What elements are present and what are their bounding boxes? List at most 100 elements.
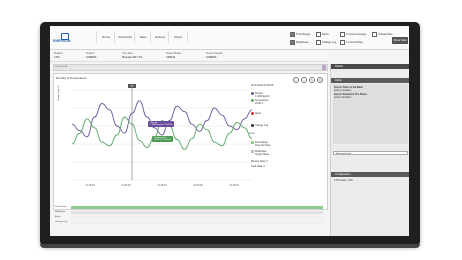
nav-add-paths[interactable]: Add Paths [114, 31, 135, 43]
band-label: Alerts [55, 216, 61, 218]
configuration-title: Configuration [335, 173, 351, 176]
option-label: 1 second Data [346, 41, 363, 44]
option-change-log[interactable]: Change Log [316, 40, 336, 45]
event-bands: Flow Range Multiphase Alerts Change Log [53, 206, 326, 228]
info-label: Time Zone [122, 52, 134, 55]
details-panel: Details Alerts Sensor Fault on Ink Meter… [330, 64, 409, 236]
band-label: Change Log [55, 221, 67, 223]
legend-change-log[interactable]: Change Log [251, 124, 268, 127]
info-label: Serial # [86, 52, 95, 55]
info-value: 10488231 [86, 56, 97, 59]
option-label: Change Log [322, 41, 337, 44]
legend-missing-data: Missing Data: 0 [251, 160, 268, 163]
monitor-base [40, 244, 420, 248]
legend-sub: Flow has Data [255, 144, 271, 147]
option-multiphase[interactable]: Multiphase [290, 40, 309, 45]
legend-label: Change Log [255, 124, 269, 128]
legend-sub: Single Phase [255, 153, 270, 156]
logo-text: EMERSON [53, 39, 71, 43]
change-log-select[interactable]: Enhanced Data [333, 151, 408, 155]
option-1sec-data[interactable]: 1 second Data [340, 40, 363, 45]
info-label: Sensor Serial # [206, 52, 223, 55]
multiphase-swatch-icon [251, 150, 254, 153]
density-tooltip: Density 1.0000 kg/m3 12:08:45 [148, 121, 175, 127]
info-label: Model # [54, 52, 63, 55]
tooltip-value: 1.0000 kg/m3 12:08:45 [150, 124, 173, 126]
y-axis-label: Density (kg/m3) [58, 85, 60, 101]
x-tick-label: 12:00:00 [193, 184, 203, 187]
alerts-title: Alerts [335, 79, 342, 82]
option-alerts[interactable]: Alerts [316, 32, 329, 37]
nav-options[interactable]: Options [150, 31, 169, 43]
info-label: Sensor Model [166, 52, 181, 55]
x-tick-label: 12:15:00 [229, 184, 239, 187]
zoom-in-icon[interactable]: + [293, 77, 299, 83]
emerson-logo: EMERSON [53, 33, 83, 43]
configuration-value: 1700 Scale: 1700 [334, 179, 353, 182]
checkbox-icon[interactable] [340, 32, 345, 37]
band-label: Flow Range [55, 206, 67, 208]
checkbox-icon[interactable] [372, 32, 377, 37]
alert-icon [251, 112, 254, 115]
legend-value: 1.0000 kg/m3 [255, 95, 270, 98]
checkbox-icon[interactable] [316, 40, 321, 45]
details-title: Details [335, 65, 343, 68]
band-label: Multiphase [55, 211, 66, 213]
option-3min-average[interactable]: 3 minute Average [340, 32, 366, 37]
nav-home[interactable]: Home [96, 31, 115, 43]
legend-date: 25 Jul 2019 12:08:45 [251, 84, 274, 87]
nav-about[interactable]: About [168, 31, 188, 43]
option-label: Multiphase [296, 41, 309, 44]
timeline-label: 10 Jan 2019 [55, 66, 68, 68]
y-axis-right-label: Temp [249, 132, 256, 135]
info-value: CMF100 [166, 56, 176, 59]
legend-label: Alerts [255, 112, 262, 116]
checkbox-icon[interactable] [340, 40, 345, 45]
alert-line: Active Condition [334, 89, 352, 92]
x-tick-label: 11:30:00 [121, 184, 131, 187]
details-header[interactable]: Details [331, 64, 409, 69]
timeline-strip[interactable]: 10 Jan 2019 [53, 64, 328, 71]
checkbox-icon[interactable] [316, 32, 321, 37]
refresh-icon[interactable]: ↻ [309, 77, 315, 83]
series-line-density [71, 100, 253, 138]
legend-value: 25.00 C [255, 102, 264, 105]
zoom-out-icon[interactable]: − [301, 77, 307, 83]
flow-range-swatch-icon [251, 141, 254, 144]
alerts-header[interactable]: Alerts [331, 78, 409, 83]
settings-icon[interactable]: ⚙ [317, 77, 323, 83]
x-tick-label: 11:15:00 [85, 184, 95, 187]
alerts-band[interactable] [71, 216, 323, 219]
temperature-tooltip: Temperature 25.00 C 12:08:45 [152, 136, 173, 142]
alert-line: Active Condition [334, 96, 352, 99]
info-value: 10488231 [206, 56, 217, 59]
option-label: Time Range [296, 33, 311, 36]
option-label: 3 minute Average [346, 33, 367, 36]
temperature-swatch-icon [251, 99, 254, 102]
configuration-header[interactable]: Configuration [331, 172, 409, 177]
show-data-button[interactable]: Show Data [392, 37, 408, 44]
nav-save[interactable]: Save [134, 31, 151, 43]
option-unload-data[interactable]: Unload Data [372, 32, 392, 37]
flow-range-band[interactable] [71, 206, 323, 209]
info-value: Mountain 2017 T E [122, 56, 143, 59]
density-swatch-icon [251, 92, 254, 95]
change-log-band[interactable] [71, 221, 323, 224]
multiphase-band[interactable] [71, 211, 323, 214]
chart-toolbar: + − ↻ ⚙ [293, 77, 323, 83]
change-log-icon [251, 124, 254, 127]
tooltip-value: 25.00 C 12:08:45 [154, 139, 171, 141]
legend-fault-data: Fault Data: 0 [251, 165, 265, 168]
x-tick-label: 11:45:00 [157, 184, 167, 187]
device-info-bar: Model # 1700 Serial # 10488231 Time Zone… [50, 50, 329, 62]
timeline-selection-handle[interactable] [322, 65, 326, 70]
top-toolbar: EMERSON Home Add Paths Save Options Abou… [50, 26, 409, 50]
option-label: Alerts [322, 33, 329, 36]
info-value: 1700 [54, 56, 60, 59]
checkbox-icon[interactable] [290, 32, 295, 37]
option-label: Unload Data [378, 33, 393, 36]
chart-title: Density & Temperature [56, 76, 87, 80]
checkbox-icon[interactable] [290, 40, 295, 45]
legend-alerts[interactable]: Alerts [251, 112, 261, 115]
option-time-range[interactable]: Time Range [290, 32, 310, 37]
